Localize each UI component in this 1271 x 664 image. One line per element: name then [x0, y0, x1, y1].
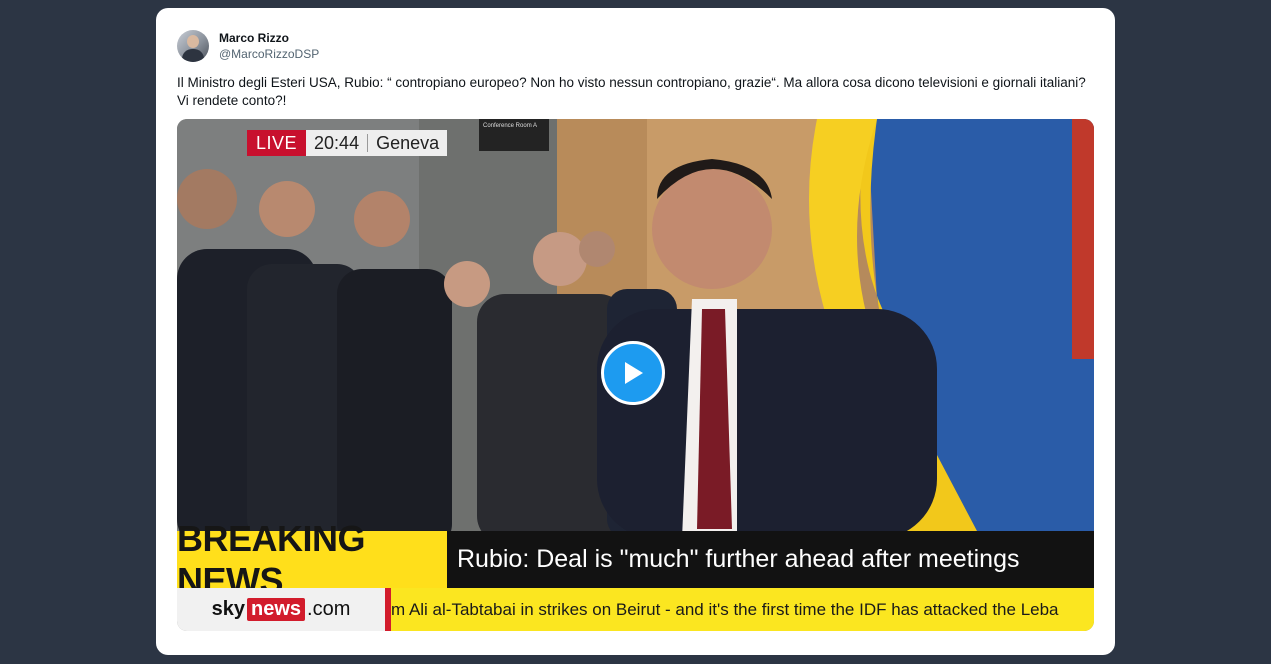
logo-com: .com [307, 598, 351, 620]
headline: Rubio: Deal is "much" further ahead afte… [447, 531, 1094, 588]
logo-news: news [247, 598, 306, 621]
tweet-card: Marco Rizzo @MarcoRizzoDSP Il Ministro d… [156, 8, 1115, 655]
tweet-text-line2: Vi rendete conto?! [177, 93, 287, 108]
author-name[interactable]: Marco Rizzo [219, 31, 289, 45]
author-handle[interactable]: @MarcoRizzoDSP [219, 47, 319, 61]
time-location: 20:44 Geneva [306, 130, 448, 156]
breaking-news-bar: BREAKING NEWS Rubio: Deal is "much" furt… [177, 518, 1094, 601]
room-sign: Conference Room A [479, 119, 549, 151]
news-ticker: m Ali al-Tabtabai in strikes on Beirut -… [385, 588, 1094, 631]
video-player[interactable]: Conference Room A LIVE 20:44 Geneva BREA… [177, 119, 1094, 631]
tweet-text-line1: Il Ministro degli Esteri USA, Rubio: “ c… [177, 75, 1086, 90]
ticker-row: sky news .com m Ali al-Tabtabai in strik… [177, 588, 1094, 631]
breaking-news-label: BREAKING NEWS [177, 518, 447, 601]
play-button[interactable] [601, 341, 665, 405]
play-icon [625, 362, 643, 384]
avatar[interactable] [177, 30, 209, 62]
broadcast-location: Geneva [376, 132, 440, 153]
live-bar: LIVE 20:44 Geneva [247, 130, 448, 156]
broadcast-time: 20:44 [314, 132, 360, 153]
tweet-text: Il Ministro degli Esteri USA, Rubio: “ c… [177, 74, 1097, 110]
sky-news-logo: sky news .com [177, 588, 385, 631]
live-label: LIVE [247, 130, 307, 156]
logo-sky: sky [211, 598, 245, 620]
